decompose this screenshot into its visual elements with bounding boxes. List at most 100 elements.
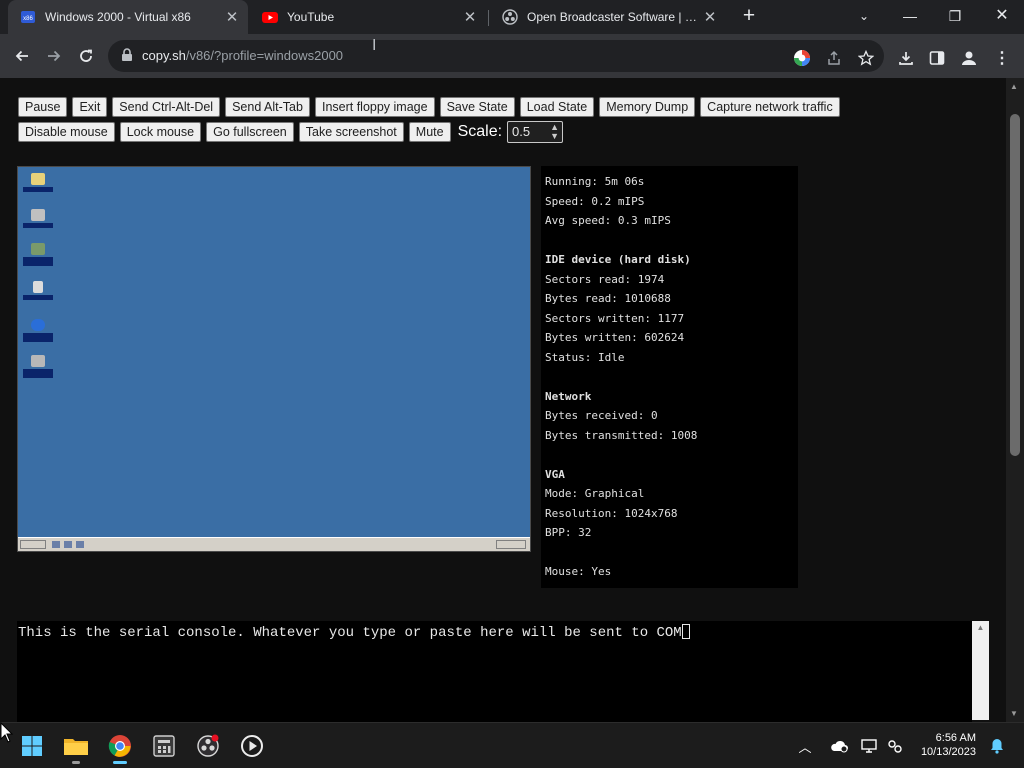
google-lens-icon[interactable]	[792, 48, 812, 68]
guest-quicklaunch-icon[interactable]	[52, 541, 60, 548]
scale-label: Scale:	[457, 123, 503, 140]
obs-icon	[502, 9, 518, 25]
guest-taskbar	[18, 537, 530, 551]
scrollbar-thumb[interactable]	[1010, 114, 1020, 456]
obs-studio-icon[interactable]	[192, 731, 224, 761]
tab-windows-2000[interactable]: x86 Windows 2000 - Virtual x86 ✕	[8, 0, 248, 34]
scale-input[interactable]: 0.5 ▲ ▼	[507, 121, 564, 143]
onedrive-icon[interactable]	[830, 737, 848, 755]
tab-title: YouTube	[287, 10, 335, 24]
running-indicator	[72, 761, 80, 764]
capture-network-button[interactable]: Capture network traffic	[700, 97, 840, 117]
tab-search-chevron-icon[interactable]: ⌄	[844, 2, 884, 30]
media-player-icon[interactable]	[236, 731, 268, 761]
network-places-icon[interactable]	[22, 243, 54, 266]
stat-bytes-written: Bytes written: 602624	[545, 331, 685, 344]
guest-quicklaunch-icon[interactable]	[64, 541, 72, 548]
close-icon[interactable]: ✕	[222, 8, 242, 26]
fullscreen-button[interactable]: Go fullscreen	[206, 122, 294, 142]
stat-sectors-written: Sectors written: 1177	[545, 311, 685, 325]
tab-youtube[interactable]: YouTube ✕	[250, 0, 486, 34]
scroll-down-icon[interactable]: ▼	[1010, 709, 1018, 718]
stat-mode: Mode: Graphical	[545, 487, 645, 500]
lock-icon[interactable]	[121, 48, 133, 67]
windows-start-button[interactable]	[16, 731, 48, 761]
stat-bytes-transmitted: Bytes transmitted: 1008	[545, 428, 698, 442]
memory-dump-button[interactable]: Memory Dump	[599, 97, 696, 117]
text-caret	[681, 624, 690, 639]
pause-button[interactable]: Pause	[18, 97, 68, 117]
controls-row-2: Disable mouse Lock mouse Go fullscreen T…	[18, 121, 918, 143]
serial-console-scrollbar[interactable]: ▲	[972, 621, 989, 720]
close-window-button[interactable]: ✕	[982, 2, 1022, 30]
text-cursor-icon: I	[372, 37, 377, 54]
stat-status: Status: Idle	[545, 350, 625, 364]
back-button[interactable]	[8, 42, 36, 70]
stat-spacer	[545, 445, 794, 465]
emulator-stats-panel: Running: 5m 06s Speed: 0.2 mIPS Avg spee…	[541, 166, 798, 588]
tab-obs[interactable]: Open Broadcaster Software | OB ✕	[490, 0, 726, 34]
my-documents-icon[interactable]	[22, 173, 54, 192]
load-state-button[interactable]: Load State	[519, 97, 595, 117]
guest-quick-launch	[52, 541, 92, 549]
page-content: Pause Exit Send Ctrl-Alt-Del Send Alt-Ta…	[0, 78, 1024, 722]
side-panel-icon[interactable]	[927, 48, 947, 68]
share-icon[interactable]	[824, 48, 844, 68]
send-ctrl-alt-del-button[interactable]: Send Ctrl-Alt-Del	[112, 97, 221, 117]
stat-ide-header: IDE device (hard disk)	[545, 253, 691, 266]
more-menu-icon[interactable]: ⋮	[992, 48, 1012, 68]
bookmark-star-icon[interactable]	[856, 48, 876, 68]
calculator-icon[interactable]	[148, 731, 180, 761]
url-text[interactable]: copy.sh/v86/?profile=windows2000	[142, 48, 343, 63]
display-icon[interactable]	[860, 737, 878, 755]
close-icon[interactable]: ✕	[700, 8, 720, 26]
chrome-icon[interactable]	[104, 731, 136, 764]
minimize-button[interactable]: —	[890, 2, 930, 30]
recycle-bin-icon[interactable]	[22, 281, 54, 300]
notification-bell-icon[interactable]	[988, 737, 1006, 755]
tab-separator	[488, 10, 489, 26]
scroll-up-icon[interactable]: ▲	[1010, 82, 1018, 91]
send-alt-tab-button[interactable]: Send Alt-Tab	[225, 97, 310, 117]
close-icon[interactable]: ✕	[460, 8, 480, 26]
stat-bytes-read: Bytes read: 1010688	[545, 292, 671, 305]
scroll-up-icon[interactable]: ▲	[972, 621, 989, 635]
stat-running: Running: 5m 06s	[545, 175, 645, 188]
v86-favicon-icon: x86	[20, 9, 36, 25]
stat-spacer	[545, 367, 794, 387]
file-explorer-icon[interactable]	[60, 731, 92, 764]
stat-bytes-received: Bytes received: 0	[545, 409, 658, 422]
guest-start-button[interactable]	[20, 540, 46, 549]
guest-quicklaunch-icon[interactable]	[76, 541, 84, 548]
stat-spacer	[545, 543, 794, 563]
exit-button[interactable]: Exit	[72, 97, 108, 117]
mute-button[interactable]: Mute	[408, 122, 451, 142]
profile-avatar-icon[interactable]	[959, 48, 979, 68]
download-icon[interactable]	[896, 48, 916, 68]
my-computer-icon[interactable]	[22, 209, 54, 228]
stat-resolution: Resolution: 1024x768	[545, 506, 678, 520]
stat-network-header: Network	[545, 389, 592, 403]
save-state-button[interactable]: Save State	[439, 97, 515, 117]
insert-floppy-button[interactable]: Insert floppy image	[314, 97, 435, 117]
serial-console[interactable]: This is the serial console. Whatever you…	[17, 621, 972, 722]
system-clock[interactable]: 6:56 AM 10/13/2023	[916, 731, 976, 759]
forward-button[interactable]	[40, 42, 68, 70]
lock-mouse-button[interactable]: Lock mouse	[119, 122, 202, 142]
address-bar[interactable]: copy.sh/v86/?profile=windows2000	[108, 40, 884, 72]
restore-button[interactable]: ❐	[935, 2, 975, 30]
chevron-up-icon[interactable]: ︿	[796, 737, 814, 755]
connect-internet-icon[interactable]	[22, 355, 54, 378]
new-tab-button[interactable]: +	[738, 4, 760, 28]
browser-tab-strip: x86 Windows 2000 - Virtual x86 ✕ YouTube…	[0, 0, 1024, 34]
page-scrollbar[interactable]: ▲ ▼	[1006, 78, 1024, 722]
active-indicator	[113, 761, 127, 764]
emulator-screen[interactable]	[17, 166, 531, 552]
disable-mouse-button[interactable]: Disable mouse	[18, 122, 115, 142]
youtube-icon	[262, 9, 278, 25]
spinner-icon[interactable]: ▲ ▼	[550, 123, 559, 141]
reload-button[interactable]	[72, 42, 100, 70]
network-settings-icon[interactable]	[886, 737, 904, 755]
screenshot-button[interactable]: Take screenshot	[298, 122, 404, 142]
internet-explorer-icon[interactable]	[22, 319, 54, 342]
